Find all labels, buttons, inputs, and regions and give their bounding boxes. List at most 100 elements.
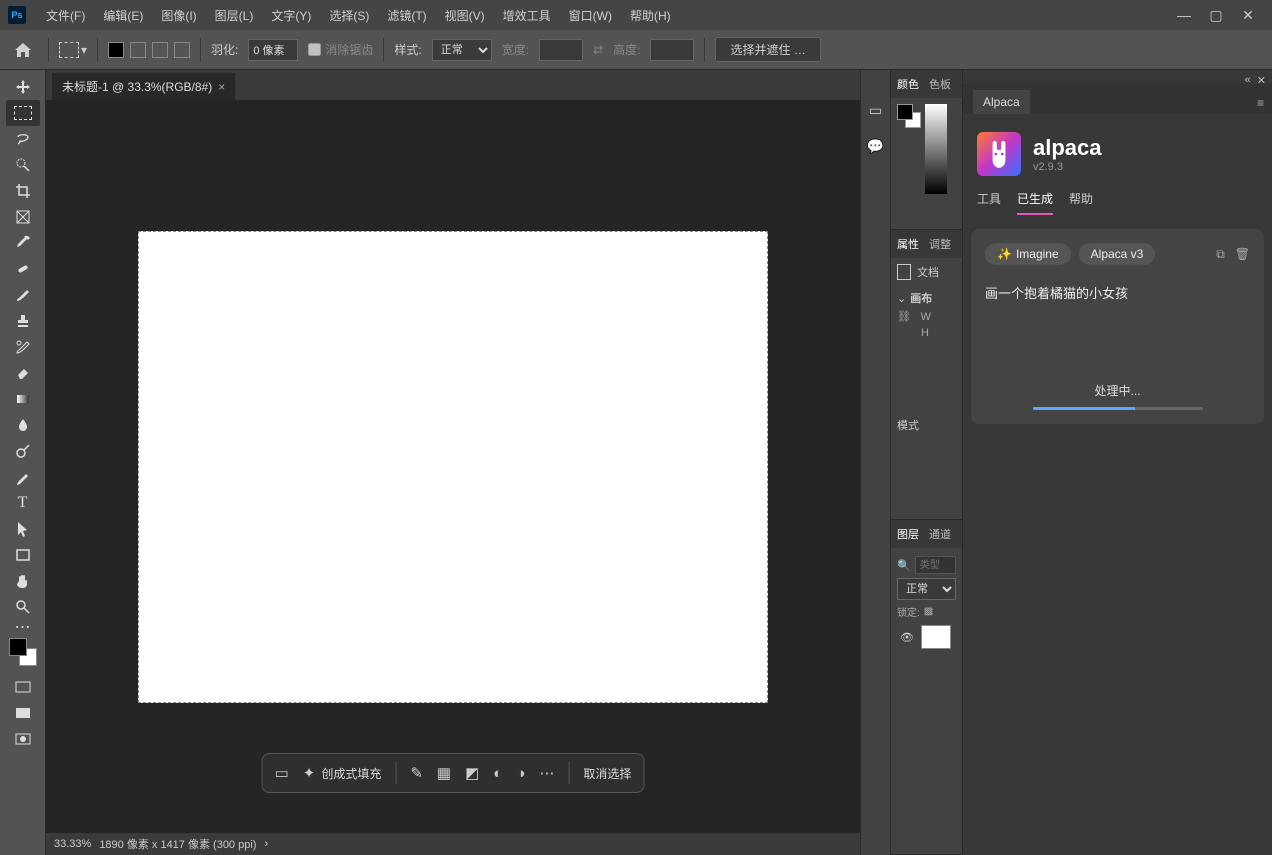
frame-tool[interactable] xyxy=(6,204,40,230)
selection-add-icon[interactable] xyxy=(130,42,146,58)
window-minimize-button[interactable]: — xyxy=(1168,6,1200,24)
tab-properties[interactable]: 属性 xyxy=(897,236,919,252)
tab-swatches[interactable]: 色板 xyxy=(929,76,951,92)
menu-view[interactable]: 视图(V) xyxy=(437,3,493,28)
select-and-mask-button[interactable]: 选择并遮住 … xyxy=(715,37,820,62)
collapse-panel-icon[interactable]: « xyxy=(1245,74,1251,87)
selection-new-icon[interactable] xyxy=(108,42,124,58)
tab-adjustments[interactable]: 调整 xyxy=(929,236,951,252)
document-tab[interactable]: 未标题-1 @ 33.3%(RGB/8#) × xyxy=(52,73,235,100)
canvas-section-header[interactable]: ⌄ 画布 xyxy=(897,290,956,306)
layer-filter-input[interactable] xyxy=(915,556,956,574)
alpaca-tab-tools[interactable]: 工具 xyxy=(977,190,1001,215)
foreground-background-swatch[interactable] xyxy=(9,638,37,666)
menu-window[interactable]: 窗口(W) xyxy=(561,3,620,28)
eyedropper-tool[interactable] xyxy=(6,230,40,256)
eraser-tool[interactable] xyxy=(6,360,40,386)
brush-icon[interactable]: ✎ xyxy=(410,764,423,782)
quick-mask-button[interactable] xyxy=(6,726,40,752)
tab-layers[interactable]: 图层 xyxy=(897,526,919,542)
style-select[interactable]: 正常 xyxy=(432,39,492,61)
adjust-icon[interactable]: ◐ xyxy=(493,765,502,782)
right-panels: 颜色 色板 属性 调整 文档 ⌄ 画布 xyxy=(890,70,962,855)
marquee-tool-preset[interactable]: ▾ xyxy=(59,42,87,58)
height-input xyxy=(650,39,694,61)
zoom-level[interactable]: 33.33% xyxy=(54,838,91,850)
menu-image[interactable]: 图像(I) xyxy=(153,3,204,28)
menu-help[interactable]: 帮助(H) xyxy=(622,3,679,28)
progress-bar xyxy=(1033,407,1203,410)
lasso-tool[interactable] xyxy=(6,126,40,152)
home-button[interactable] xyxy=(8,36,38,64)
feather-input[interactable] xyxy=(248,39,298,61)
marquee-tool[interactable] xyxy=(6,100,40,126)
link-icon[interactable]: ⛓ xyxy=(897,310,911,323)
blend-mode-select[interactable]: 正常 xyxy=(897,578,956,600)
color-fg-bg-swatch[interactable] xyxy=(897,104,921,128)
heal-tool[interactable] xyxy=(6,256,40,282)
gradient-tool[interactable] xyxy=(6,386,40,412)
pen-tool[interactable] xyxy=(6,464,40,490)
close-icon[interactable]: × xyxy=(218,80,225,94)
menu-plugins[interactable]: 增效工具 xyxy=(495,3,559,28)
stamp-tool[interactable] xyxy=(6,308,40,334)
delete-icon[interactable]: 🗑 xyxy=(1235,247,1250,262)
deselect-button[interactable]: 取消选择 xyxy=(583,765,631,782)
generative-fill-label: 创成式填充 xyxy=(321,765,381,782)
canvas-section-label: 画布 xyxy=(910,290,932,306)
visibility-toggle-icon[interactable]: 👁 xyxy=(899,631,915,644)
fill-icon[interactable]: ▦ xyxy=(437,764,451,782)
menu-layer[interactable]: 图层(L) xyxy=(207,3,262,28)
collapsed-dock: ▭ 💬 xyxy=(860,70,890,855)
imagine-chip[interactable]: ✨ Imagine xyxy=(985,243,1071,265)
alpaca-title: alpaca xyxy=(1033,135,1102,161)
menu-file[interactable]: 文件(F) xyxy=(38,3,93,28)
layer-row[interactable]: 👁 xyxy=(897,621,956,653)
edit-toolbar-button[interactable]: ⋯ xyxy=(6,620,40,634)
quick-select-tool[interactable] xyxy=(6,152,40,178)
alpaca-tab-help[interactable]: 帮助 xyxy=(1069,190,1093,215)
screen-mode-standard[interactable] xyxy=(6,674,40,700)
tab-color[interactable]: 颜色 xyxy=(897,76,919,92)
color-picker-strip[interactable] xyxy=(925,104,947,194)
history-panel-icon[interactable]: ▭ xyxy=(866,100,886,120)
menu-edit[interactable]: 编辑(E) xyxy=(95,3,151,28)
shape-tool[interactable] xyxy=(6,542,40,568)
move-tool[interactable] xyxy=(6,74,40,100)
history-brush-tool[interactable] xyxy=(6,334,40,360)
canvas[interactable] xyxy=(138,231,768,703)
alpaca-panel-tab[interactable]: Alpaca xyxy=(973,90,1030,114)
crop-tool[interactable] xyxy=(6,178,40,204)
type-tool[interactable]: T xyxy=(6,490,40,516)
copy-icon[interactable]: ⧉ xyxy=(1216,247,1225,262)
menu-filter[interactable]: 滤镜(T) xyxy=(379,3,434,28)
more-icon[interactable]: ⋯ xyxy=(539,764,554,782)
brush-tool[interactable] xyxy=(6,282,40,308)
selection-subtract-icon[interactable] xyxy=(152,42,168,58)
lock-all-icon[interactable]: ▩ xyxy=(924,606,933,617)
menu-select[interactable]: 选择(S) xyxy=(321,3,377,28)
menu-type[interactable]: 文字(Y) xyxy=(263,3,319,28)
comments-panel-icon[interactable]: 💬 xyxy=(866,136,886,156)
contextual-task-bar: ▭ ✦ 创成式填充 ✎ ▦ ◩ ◐ ◑ ⋯ 取消选择 xyxy=(262,753,645,793)
width-label: 宽度: xyxy=(502,41,529,58)
options-bar: ▾ 羽化: 消除锯齿 样式: 正常 宽度: ⇄ 高度: 选择并遮住 … xyxy=(0,30,1272,70)
window-close-button[interactable]: ✕ xyxy=(1232,6,1264,24)
dodge-tool[interactable] xyxy=(6,438,40,464)
model-chip[interactable]: Alpaca v3 xyxy=(1079,243,1156,265)
path-select-tool[interactable] xyxy=(6,516,40,542)
invert-icon[interactable]: ◑ xyxy=(516,765,525,782)
panel-menu-icon[interactable]: ≡ xyxy=(1249,92,1272,114)
mask-icon[interactable]: ◩ xyxy=(465,764,479,782)
window-maximize-button[interactable]: ▢ xyxy=(1200,6,1232,24)
close-panel-icon[interactable]: ✕ xyxy=(1257,74,1266,87)
hand-tool[interactable] xyxy=(6,568,40,594)
blur-tool[interactable] xyxy=(6,412,40,438)
generative-fill-button[interactable]: ✦ 创成式填充 xyxy=(303,764,382,782)
chevron-right-icon[interactable]: › xyxy=(264,838,268,850)
selection-intersect-icon[interactable] xyxy=(174,42,190,58)
alpaca-tab-generated[interactable]: 已生成 xyxy=(1017,190,1053,215)
tab-channels[interactable]: 通道 xyxy=(929,526,951,542)
screen-mode-full[interactable] xyxy=(6,700,40,726)
layer-thumbnail[interactable] xyxy=(921,625,951,649)
